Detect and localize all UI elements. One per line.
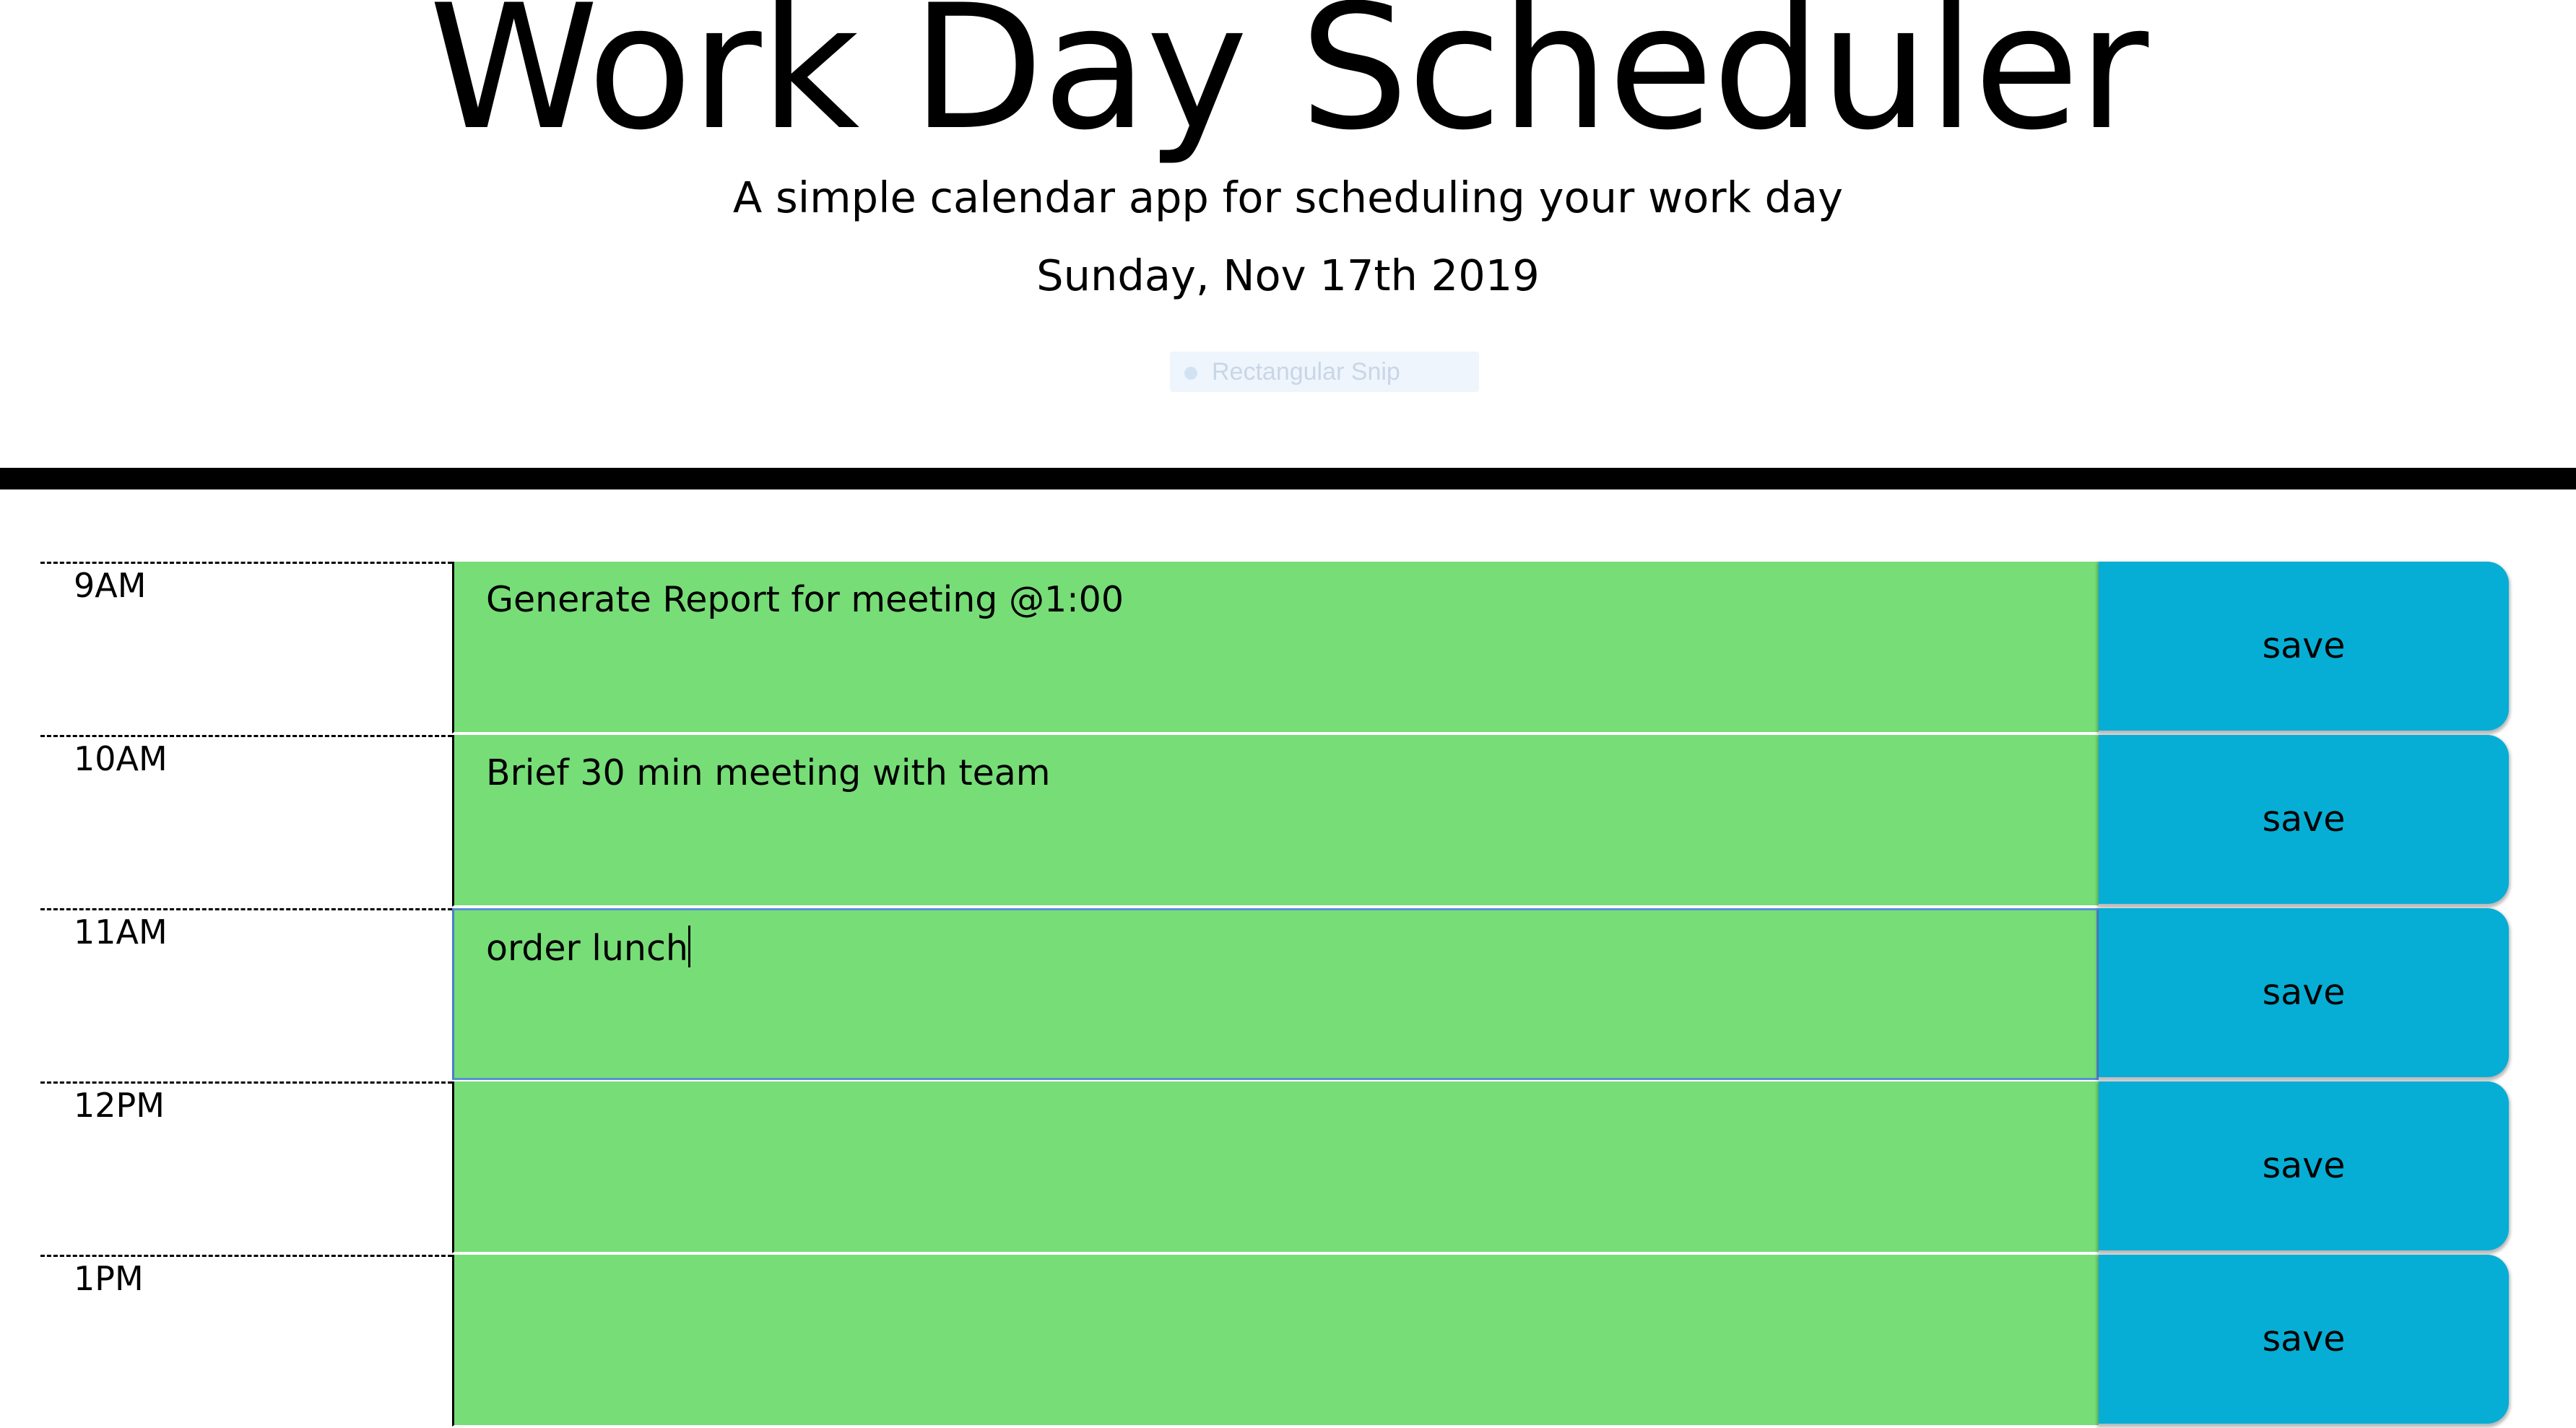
description-textarea[interactable]: [452, 1255, 2099, 1427]
snip-icon: [1184, 367, 1197, 380]
hour-label: 1PM: [40, 1255, 452, 1427]
save-button[interactable]: save: [2099, 1081, 2509, 1250]
rectangular-snip-overlay: Rectangular Snip: [1170, 352, 1479, 392]
page-subtitle: A simple calendar app for scheduling you…: [732, 173, 1844, 222]
description-textarea[interactable]: [452, 1081, 2099, 1253]
description-textarea-focused[interactable]: order lunch: [452, 908, 2099, 1080]
hour-label: 10AM: [40, 735, 452, 907]
page-title: Work Day Scheduler: [428, 0, 2148, 168]
header: Work Day Scheduler A simple calendar app…: [0, 0, 2576, 468]
current-day: Sunday, Nov 17th 2019: [1036, 251, 1540, 300]
time-block-11am: 11AM order lunch save: [0, 908, 2576, 1081]
description-textarea[interactable]: Brief 30 min meeting with team: [452, 735, 2099, 907]
save-button[interactable]: save: [2099, 908, 2509, 1077]
time-block-10am: 10AM Brief 30 min meeting with team save: [0, 735, 2576, 908]
text-caret: [688, 926, 690, 967]
save-button[interactable]: save: [2099, 1255, 2509, 1424]
time-block-1pm: 1PM save: [0, 1255, 2576, 1428]
time-block-12pm: 12PM save: [0, 1081, 2576, 1255]
time-block-9am: 9AM Generate Report for meeting @1:00 sa…: [0, 562, 2576, 735]
hour-label: 9AM: [40, 562, 452, 734]
header-divider: [0, 468, 2576, 489]
save-button[interactable]: save: [2099, 562, 2509, 731]
save-button[interactable]: save: [2099, 735, 2509, 904]
hour-label: 11AM: [40, 908, 452, 1081]
description-textarea[interactable]: Generate Report for meeting @1:00: [452, 562, 2099, 733]
hour-label: 12PM: [40, 1081, 452, 1254]
description-text: order lunch: [486, 928, 688, 969]
snip-label: Rectangular Snip: [1212, 358, 1400, 386]
